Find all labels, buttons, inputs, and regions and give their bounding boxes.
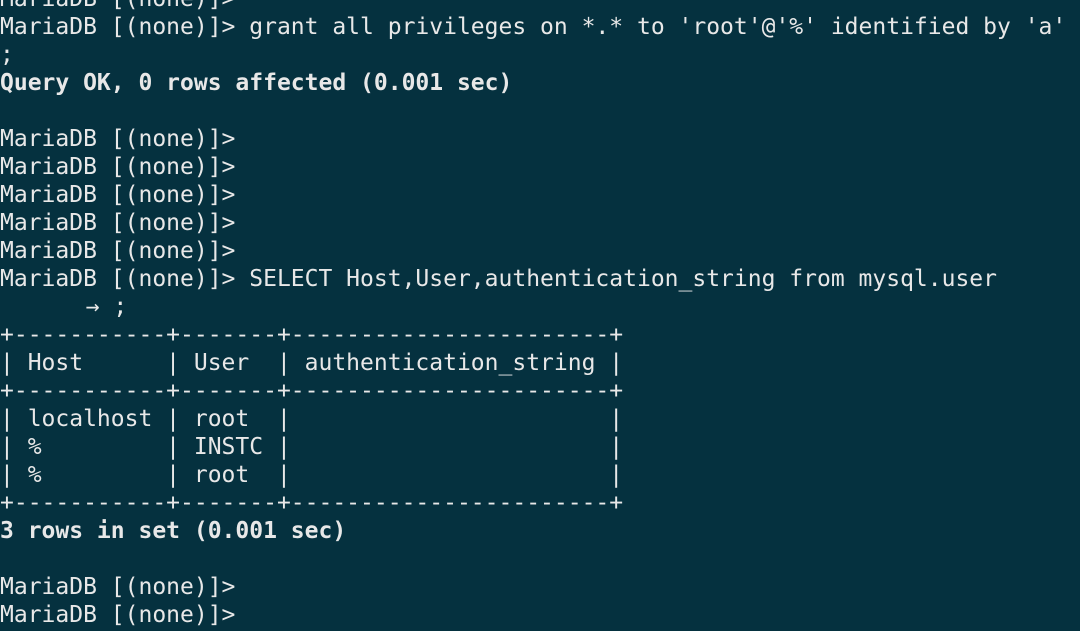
terminal-line: ; [0, 42, 14, 68]
prompt-line: MariaDB [(none)]> [0, 602, 236, 628]
continuation-line: → ; [58, 294, 128, 320]
result-table-row: +-----------+-------+-------------------… [0, 378, 624, 404]
prompt-line: MariaDB [(none)]> [0, 210, 236, 236]
status-message: Query OK, 0 rows affected (0.001 sec) [0, 70, 513, 96]
result-table-row: | % | INSTC | | [0, 434, 624, 460]
prompt-line: MariaDB [(none)]> [0, 238, 236, 264]
prompt-line: MariaDB [(none)]> [0, 574, 236, 600]
prompt-line: MariaDB [(none)]> [0, 0, 1066, 13]
terminal-window[interactable]: MariaDB [(none)]>MariaDB [(none)]> grant… [0, 0, 1080, 631]
prompt-line: MariaDB [(none)]> [0, 182, 236, 208]
result-table-row: | localhost | root | | [0, 406, 624, 432]
result-table-row: | % | root | | [0, 462, 624, 488]
result-table-row: | Host | User | authentication_string | [0, 350, 624, 376]
terminal-output: MariaDB [(none)]>MariaDB [(none)]> grant… [0, 0, 1066, 631]
result-table-row: +-----------+-------+-------------------… [0, 322, 624, 348]
result-table-row: +-----------+-------+-------------------… [0, 490, 624, 516]
status-message: 3 rows in set (0.001 sec) [0, 518, 347, 544]
prompt-line: MariaDB [(none)]> [0, 126, 236, 152]
prompt-line: MariaDB [(none)]> grant all privileges o… [0, 14, 1067, 40]
prompt-line: MariaDB [(none)]> SELECT Host,User,authe… [0, 266, 997, 292]
prompt-line: MariaDB [(none)]> [0, 154, 236, 180]
